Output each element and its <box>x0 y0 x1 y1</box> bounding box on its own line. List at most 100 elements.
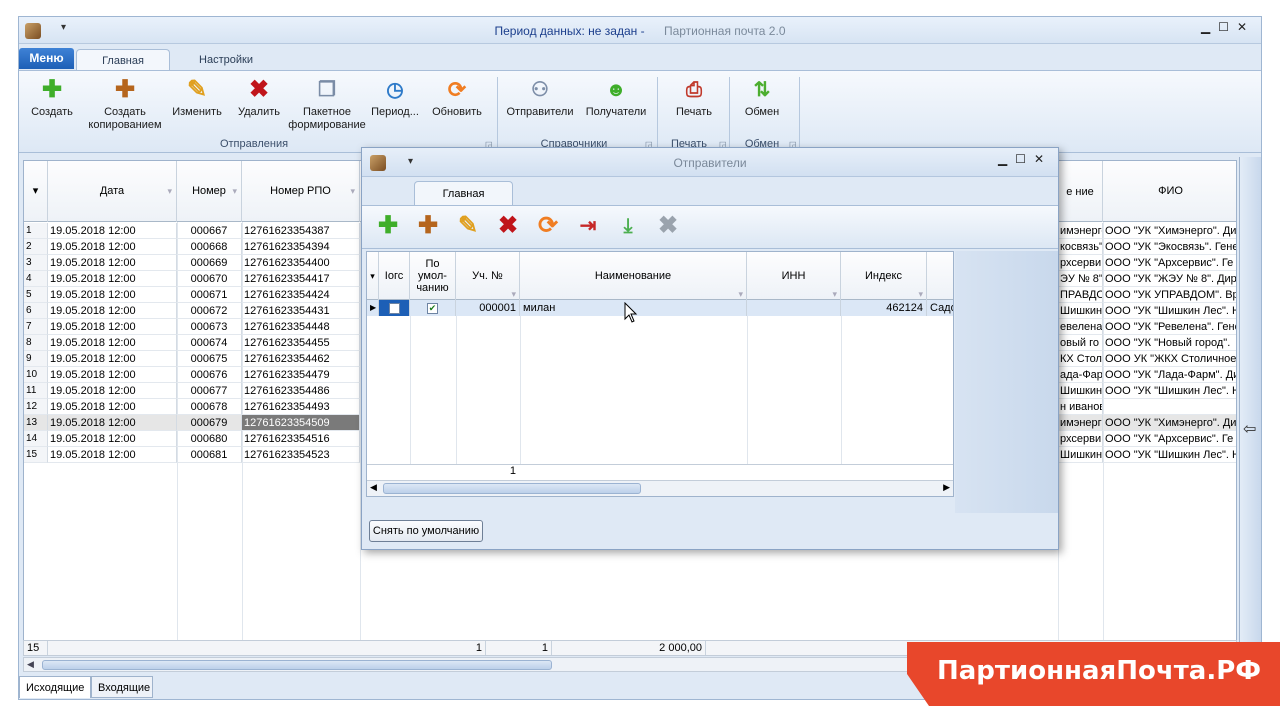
row-number-cell[interactable]: 5 <box>24 287 48 303</box>
minimize-icon[interactable]: ▁ <box>1201 20 1218 34</box>
row-number-cell[interactable]: 2 <box>24 239 48 255</box>
number-cell[interactable]: 000670 <box>177 271 242 287</box>
fio-cell[interactable]: ООО "УК "Архсервис". Ге <box>1103 431 1236 447</box>
fio-cell[interactable]: ООО "УК "ЖЭУ № 8". Дир <box>1103 271 1236 287</box>
rpo-cell[interactable]: 12761623354417 <box>242 271 360 287</box>
row-number-cell[interactable]: 12 <box>24 399 48 415</box>
row-number-cell[interactable]: 4 <box>24 271 48 287</box>
rpo-cell[interactable]: 12761623354486 <box>242 383 360 399</box>
index-cell[interactable]: 462124 <box>841 300 927 316</box>
filter-icon[interactable]: ▾ <box>232 161 237 222</box>
copy-create-button[interactable]: ✚ Создать копированием <box>83 77 167 132</box>
rpo-cell[interactable]: 12761623354493 <box>242 399 360 415</box>
header-fio[interactable]: ФИО <box>1103 161 1236 222</box>
number-cell[interactable]: 000668 <box>177 239 242 255</box>
header-logo[interactable]: Іогс <box>379 252 410 300</box>
row-number-cell[interactable]: 3 <box>24 255 48 271</box>
header-rpo[interactable]: Номер РПО ▾ <box>242 161 360 222</box>
collapsed-side-panel[interactable]: ⇦ <box>1239 157 1261 677</box>
row-number-cell[interactable]: 1 <box>24 223 48 239</box>
senders-button[interactable]: ⚇ Отправители <box>503 77 577 119</box>
grid-header-indicator[interactable]: ▾ <box>24 161 48 222</box>
address-cell[interactable]: Садо <box>927 300 953 316</box>
number-cell[interactable]: 000680 <box>177 431 242 447</box>
edit-button[interactable]: ✎ Изменить <box>169 77 225 119</box>
date-cell[interactable]: 19.05.2018 12:00 <box>48 383 177 399</box>
number-cell[interactable]: 000678 <box>177 399 242 415</box>
number-cell[interactable]: 000669 <box>177 255 242 271</box>
expand-left-arrow-icon[interactable]: ⇦ <box>1243 419 1256 439</box>
fio-cell[interactable]: ООО "УК "Экосвязь". Гене <box>1103 239 1236 255</box>
refresh-button[interactable]: ⟳ Обновить <box>427 77 487 119</box>
date-cell[interactable]: 19.05.2018 12:00 <box>48 335 177 351</box>
org-cell[interactable]: имэнерг <box>1058 415 1103 431</box>
add-icon[interactable]: ✚ <box>374 212 402 240</box>
rpo-cell[interactable]: 12761623354455 <box>242 335 360 351</box>
org-cell[interactable]: Шишкин . <box>1058 447 1103 463</box>
header-index[interactable]: Индекс ▾ <box>841 252 927 300</box>
tab-incoming[interactable]: Входящие <box>91 676 153 698</box>
org-cell[interactable]: овый го <box>1058 335 1103 351</box>
print-button[interactable]: ⎙ Печать <box>667 77 721 119</box>
header-date[interactable]: Дата ▾ <box>48 161 177 222</box>
row-number-cell[interactable]: 9 <box>24 351 48 367</box>
org-cell[interactable]: Шишкин <box>1058 303 1103 319</box>
header-name[interactable]: Наименование ▾ <box>520 252 747 300</box>
org-cell[interactable]: рхсерви <box>1058 431 1103 447</box>
filter-icon[interactable]: ▾ <box>167 161 172 222</box>
number-cell[interactable]: 000671 <box>177 287 242 303</box>
fio-cell[interactable]: ООО "УК "Лада-Фарм". Ди <box>1103 367 1236 383</box>
exchange-button[interactable]: ⇅ Обмен <box>737 77 787 119</box>
maximize-icon[interactable]: ☐ <box>1015 152 1034 166</box>
fio-cell[interactable]: ООО "УК "Архсервис". Ге <box>1103 255 1236 271</box>
menu-button[interactable]: Меню <box>19 48 74 69</box>
org-cell[interactable]: евелена <box>1058 319 1103 335</box>
exit-door-icon[interactable]: ⇥ <box>574 212 602 240</box>
rpo-cell[interactable]: 12761623354424 <box>242 287 360 303</box>
number-cell[interactable]: 000679 <box>177 415 242 431</box>
date-cell[interactable]: 19.05.2018 12:00 <box>48 223 177 239</box>
scroll-left-icon[interactable]: ◀ <box>27 658 34 671</box>
close-icon[interactable]: ✕ <box>1237 20 1255 34</box>
receivers-button[interactable]: ☻ Получатели <box>581 77 651 119</box>
org-cell[interactable]: рхсерви <box>1058 255 1103 271</box>
fio-cell[interactable]: ООО "УК "Шишкин Лес". Н <box>1103 447 1236 463</box>
date-cell[interactable]: 19.05.2018 12:00 <box>48 415 177 431</box>
rpo-cell[interactable]: 12761623354462 <box>242 351 360 367</box>
org-cell[interactable]: Шишкин . <box>1058 383 1103 399</box>
date-cell[interactable]: 19.05.2018 12:00 <box>48 239 177 255</box>
fio-cell[interactable]: ООО "УК "Шишкин Лес". Н <box>1103 303 1236 319</box>
row-number-cell[interactable]: 11 <box>24 383 48 399</box>
org-cell[interactable]: КХ Стол <box>1058 351 1103 367</box>
scroll-thumb[interactable] <box>42 660 552 670</box>
date-cell[interactable]: 19.05.2018 12:00 <box>48 303 177 319</box>
logo-checkbox[interactable] <box>388 302 400 314</box>
org-cell[interactable]: н иванов <box>1058 399 1103 415</box>
rpo-cell[interactable]: 12761623354516 <box>242 431 360 447</box>
fio-cell[interactable]: ООО "УК "Химэнерго". Ди <box>1103 415 1236 431</box>
org-cell[interactable]: ада-Фар <box>1058 367 1103 383</box>
row-number-cell[interactable]: 10 <box>24 367 48 383</box>
default-cell[interactable]: ✔ <box>410 300 456 316</box>
default-checkbox[interactable]: ✔ <box>427 302 438 314</box>
acc-number-cell[interactable]: 000001 <box>456 300 520 316</box>
scroll-thumb[interactable] <box>383 483 641 494</box>
header-acc-number[interactable]: Уч. № ▾ <box>456 252 520 300</box>
sender-row[interactable]: ▶ ✔ 000001 милан 462124 Садо <box>367 300 953 316</box>
date-cell[interactable]: 19.05.2018 12:00 <box>48 255 177 271</box>
logo-cell[interactable] <box>379 300 410 316</box>
number-cell[interactable]: 000675 <box>177 351 242 367</box>
header-number[interactable]: Номер ▾ <box>177 161 242 222</box>
fio-cell[interactable]: ООО "УК "Ревелена". Гене <box>1103 319 1236 335</box>
date-cell[interactable]: 19.05.2018 12:00 <box>48 399 177 415</box>
row-number-cell[interactable]: 7 <box>24 319 48 335</box>
fio-cell[interactable]: ООО "УК "Шишкин Лес". Н <box>1103 383 1236 399</box>
tab-outgoing[interactable]: Исходящие <box>19 676 91 698</box>
senders-indicator-header[interactable]: ▾ <box>367 252 379 300</box>
rpo-cell[interactable]: 12761623354394 <box>242 239 360 255</box>
number-cell[interactable]: 000677 <box>177 383 242 399</box>
batch-button[interactable]: ❐ Пакетное формирование <box>285 77 369 132</box>
number-cell[interactable]: 000681 <box>177 447 242 463</box>
header-inn[interactable]: ИНН ▾ <box>747 252 841 300</box>
fio-cell[interactable]: ООО "УК "Новый город". <box>1103 335 1236 351</box>
